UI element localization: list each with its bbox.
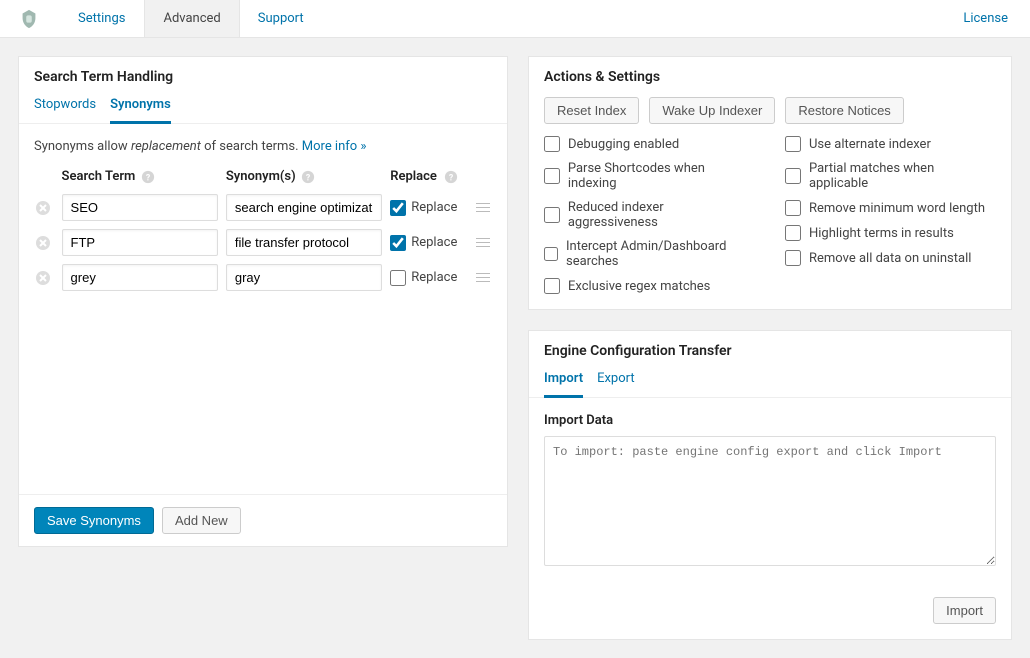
reset-index-button[interactable]: Reset Index (544, 97, 639, 124)
setting-label: Parse Shortcodes when indexing (568, 161, 755, 191)
replace-label: Replace (411, 235, 457, 250)
panel-footer: Save Synonyms Add New (19, 494, 507, 546)
setting-checkbox-row: Debugging enabled (544, 136, 755, 152)
transfer-panel: Engine Configuration Transfer Import Exp… (528, 330, 1012, 640)
remove-row-icon[interactable] (34, 269, 52, 287)
setting-label: Intercept Admin/Dashboard searches (566, 239, 755, 269)
more-info-link[interactable]: More info » (302, 139, 367, 154)
tab-export[interactable]: Export (597, 371, 635, 398)
sub-tabs: Stopwords Synonyms (19, 97, 507, 124)
setting-checkbox-row: Exclusive regex matches (544, 278, 755, 294)
setting-label: Exclusive regex matches (568, 279, 710, 294)
panel-body: Synonyms allow replacement of search ter… (19, 124, 507, 314)
transfer-tabs: Import Export (529, 371, 1011, 398)
top-tabs: Settings Advanced Support (60, 0, 963, 37)
setting-checkbox-row: Parse Shortcodes when indexing (544, 161, 755, 191)
hint-text: Synonyms allow replacement of search ter… (34, 139, 492, 154)
search-term-input[interactable] (62, 229, 218, 256)
help-icon[interactable]: ? (301, 170, 315, 184)
synonym-row: Replace (34, 229, 492, 256)
main-content: Search Term Handling Stopwords Synonyms … (0, 38, 1030, 658)
panel-title: Actions & Settings (529, 57, 1011, 97)
setting-checkbox[interactable] (544, 136, 560, 152)
remove-row-icon[interactable] (34, 199, 52, 217)
panel-title: Search Term Handling (19, 57, 507, 97)
drag-handle-icon[interactable] (474, 238, 492, 247)
top-nav: Settings Advanced Support License (0, 0, 1030, 38)
synonym-input[interactable] (226, 264, 382, 291)
setting-checkbox-row: Reduced indexer aggressiveness (544, 200, 755, 230)
setting-checkbox-row: Remove minimum word length (785, 200, 996, 216)
setting-checkbox-row: Intercept Admin/Dashboard searches (544, 239, 755, 269)
setting-checkbox[interactable] (544, 278, 560, 294)
action-buttons: Reset Index Wake Up Indexer Restore Noti… (529, 97, 1011, 136)
setting-checkbox[interactable] (785, 225, 801, 241)
tab-import[interactable]: Import (544, 371, 583, 398)
setting-checkbox[interactable] (785, 168, 801, 184)
app-logo-icon (18, 8, 40, 30)
replace-checkbox[interactable] (390, 270, 406, 286)
search-term-input[interactable] (62, 194, 218, 221)
synonym-input[interactable] (226, 229, 382, 256)
synonym-rows: Replace Replace Replace (34, 194, 492, 291)
setting-checkbox-row: Use alternate indexer (785, 136, 996, 152)
replace-label: Replace (411, 270, 457, 285)
subtab-stopwords[interactable]: Stopwords (34, 97, 96, 124)
replace-checkbox[interactable] (390, 235, 406, 251)
setting-checkbox-row: Highlight terms in results (785, 225, 996, 241)
remove-row-icon[interactable] (34, 234, 52, 252)
setting-checkbox[interactable] (544, 246, 558, 262)
synonym-row: Replace (34, 264, 492, 291)
replace-label: Replace (411, 200, 457, 215)
synonym-header-row: Search Term ? Synonym(s) ? Replace ? (34, 169, 492, 184)
synonym-input[interactable] (226, 194, 382, 221)
svg-text:?: ? (145, 173, 150, 183)
search-term-input[interactable] (62, 264, 218, 291)
setting-label: Partial matches when applicable (809, 161, 996, 191)
setting-label: Highlight terms in results (809, 226, 954, 241)
tab-support[interactable]: Support (240, 0, 323, 37)
setting-checkbox[interactable] (785, 136, 801, 152)
setting-checkbox-row: Remove all data on uninstall (785, 250, 996, 266)
synonym-row: Replace (34, 194, 492, 221)
drag-handle-icon[interactable] (474, 273, 492, 282)
help-icon[interactable]: ? (141, 170, 155, 184)
setting-checkbox[interactable] (544, 207, 560, 223)
setting-label: Use alternate indexer (809, 137, 931, 152)
setting-label: Remove all data on uninstall (809, 251, 971, 266)
subtab-synonyms[interactable]: Synonyms (110, 97, 171, 124)
tab-advanced[interactable]: Advanced (144, 0, 239, 37)
tab-settings[interactable]: Settings (60, 0, 144, 37)
restore-notices-button[interactable]: Restore Notices (785, 97, 903, 124)
setting-checkbox[interactable] (785, 200, 801, 216)
svg-text:?: ? (306, 173, 311, 183)
import-body: Import Data (529, 398, 1011, 585)
setting-checkbox[interactable] (785, 250, 801, 266)
import-textarea[interactable] (544, 436, 996, 566)
setting-label: Reduced indexer aggressiveness (568, 200, 755, 230)
import-label: Import Data (544, 413, 996, 428)
search-term-panel: Search Term Handling Stopwords Synonyms … (18, 56, 508, 547)
wake-indexer-button[interactable]: Wake Up Indexer (649, 97, 775, 124)
add-new-button[interactable]: Add New (162, 507, 241, 534)
actions-panel: Actions & Settings Reset Index Wake Up I… (528, 56, 1012, 310)
replace-checkbox[interactable] (390, 200, 406, 216)
svg-text:?: ? (449, 173, 454, 183)
import-button[interactable]: Import (933, 597, 996, 624)
panel-title: Engine Configuration Transfer (529, 331, 1011, 371)
help-icon[interactable]: ? (444, 170, 458, 184)
setting-checkbox[interactable] (544, 168, 560, 184)
setting-label: Remove minimum word length (809, 201, 985, 216)
setting-label: Debugging enabled (568, 137, 679, 152)
drag-handle-icon[interactable] (474, 203, 492, 212)
right-column: Actions & Settings Reset Index Wake Up I… (528, 56, 1012, 640)
settings-checkboxes: Debugging enabled Parse Shortcodes when … (529, 136, 1011, 309)
license-link[interactable]: License (963, 11, 1030, 26)
transfer-footer: Import (529, 585, 1011, 639)
setting-checkbox-row: Partial matches when applicable (785, 161, 996, 191)
save-synonyms-button[interactable]: Save Synonyms (34, 507, 154, 534)
